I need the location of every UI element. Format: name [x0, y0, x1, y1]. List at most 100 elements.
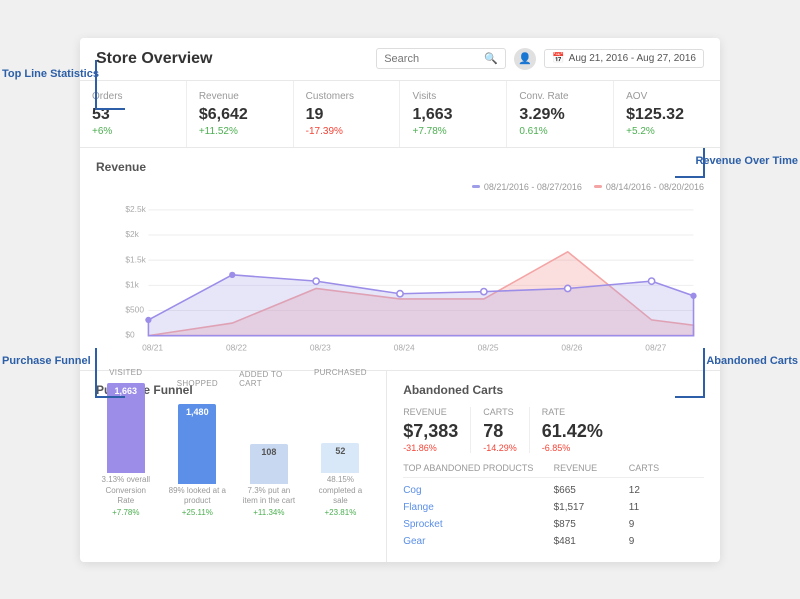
funnel-bar-wrap: 108: [250, 394, 288, 484]
product-carts: 9: [629, 536, 704, 547]
product-name[interactable]: Sprocket: [403, 519, 553, 530]
stat-change: +11.52%: [199, 126, 281, 137]
funnel-desc: 48.15% completed a sale: [311, 475, 371, 506]
stat-change: +6%: [92, 126, 174, 137]
stat-card: Revenue $6,642 +11.52%: [187, 81, 294, 147]
product-name[interactable]: Flange: [403, 502, 553, 513]
user-icon[interactable]: 👤: [514, 48, 536, 70]
ab-th: TOP ABANDONED PRODUCTS: [403, 463, 553, 473]
funnel-bar: 108: [250, 444, 288, 484]
funnel-bar-group: PURCHASED5248.15% completed a sale+23.81…: [311, 368, 371, 516]
product-name[interactable]: Gear: [403, 536, 553, 547]
date-range[interactable]: 📅 Aug 21, 2016 - Aug 27, 2016: [544, 49, 704, 68]
svg-text:$1.5k: $1.5k: [125, 254, 146, 264]
chart-section: Revenue 08/21/2016 - 08/27/201608/14/201…: [80, 148, 720, 371]
stat-label: Revenue: [199, 91, 281, 102]
product-revenue: $481: [554, 536, 629, 547]
table-row: Cog $665 12: [403, 482, 704, 499]
svg-text:08/26: 08/26: [561, 342, 582, 352]
chart-container: $2.5k $2k $1.5k $1k $500 $0: [96, 198, 704, 358]
svg-text:$500: $500: [125, 304, 144, 314]
stat-change: 0.61%: [519, 126, 601, 137]
svg-text:08/22: 08/22: [226, 342, 247, 352]
stat-label: Customers: [306, 91, 388, 102]
abandoned-section: Abandoned Carts REVENUE $7,383 -31.86% C…: [387, 371, 720, 562]
stat-label: Conv. Rate: [519, 91, 601, 102]
svg-text:$2.5k: $2.5k: [125, 203, 146, 213]
ab-metric-col: CARTS 78 -14.29%: [483, 407, 517, 453]
ab-table-header: TOP ABANDONED PRODUCTSREVENUECARTS: [403, 463, 704, 478]
legend-item: 08/14/2016 - 08/20/2016: [594, 182, 704, 192]
stat-card: Visits 1,663 +7.78%: [400, 81, 507, 147]
chart-legend: 08/21/2016 - 08/27/201608/14/2016 - 08/2…: [96, 182, 704, 192]
stat-value: $6,642: [199, 106, 281, 124]
stat-label: Visits: [412, 91, 494, 102]
funnel-bar-wrap: 52: [321, 383, 359, 473]
calendar-icon: 📅: [552, 53, 564, 64]
legend-label: 08/14/2016 - 08/20/2016: [606, 182, 704, 192]
ab-divider: [470, 407, 471, 453]
ab-value: 78: [483, 421, 517, 442]
funnel-bar: 1,480: [178, 404, 216, 484]
stat-value: 3.29%: [519, 106, 601, 124]
funnel-change: +7.78%: [112, 508, 139, 517]
svg-text:$0: $0: [125, 329, 135, 339]
ab-col-header: REVENUE: [403, 407, 458, 417]
annotation-purchase-funnel: Purchase Funnel: [2, 355, 91, 367]
product-revenue: $875: [554, 519, 629, 530]
abandoned-title: Abandoned Carts: [403, 383, 704, 397]
ab-change: -31.86%: [403, 443, 458, 453]
funnel-bar-group: SHOPPED1,48089% looked at a product+25.1…: [168, 379, 228, 517]
funnel-bar: 52: [321, 443, 359, 473]
funnel-bar-value: 1,480: [186, 407, 209, 417]
bottom-section: Purchase Funnel VISITED1,6633.13% overal…: [80, 371, 720, 562]
funnel-bar-value: 108: [261, 447, 276, 457]
funnel-desc: 89% looked at a product: [168, 486, 228, 507]
ab-table-rows: Cog $665 12 Flange $1,517 11 Sprocket $8…: [403, 482, 704, 550]
product-carts: 11: [629, 502, 704, 513]
funnel-col-label: ADDED TO CART: [239, 370, 299, 388]
ab-change: -14.29%: [483, 443, 517, 453]
funnel-bar-value: 52: [335, 446, 345, 456]
stat-value: 1,663: [412, 106, 494, 124]
svg-text:08/25: 08/25: [478, 342, 499, 352]
header: Store Overview 🔍 👤 📅 Aug 21, 2016 - Aug …: [80, 38, 720, 81]
page-title: Store Overview: [96, 50, 376, 68]
funnel-desc: 7.3% put an item in the cart: [239, 486, 299, 507]
product-carts: 9: [629, 519, 704, 530]
bracket-revenue: [675, 148, 705, 178]
ab-th: CARTS: [629, 463, 704, 473]
product-name[interactable]: Cog: [403, 485, 553, 496]
funnel-bar-group: ADDED TO CART 108 7.3% put an item in the …: [239, 370, 299, 517]
funnel-bars: VISITED1,6633.13% overall Conversion Rat…: [96, 407, 370, 517]
stat-value: 19: [306, 106, 388, 124]
annotation-revenue: Revenue Over Time: [695, 155, 798, 167]
legend-color: [472, 185, 480, 188]
svg-text:08/21: 08/21: [142, 342, 163, 352]
stat-change: +5.2%: [626, 126, 708, 137]
table-row: Flange $1,517 11: [403, 499, 704, 516]
ab-value: $7,383: [403, 421, 458, 442]
stats-row: Orders 53 +6% Revenue $6,642 +11.52% Cus…: [80, 81, 720, 148]
chart-title: Revenue: [96, 160, 704, 174]
stat-label: AOV: [626, 91, 708, 102]
funnel-change: +23.81%: [325, 508, 357, 517]
annotation-top-line: Top Line Statistics: [2, 68, 99, 80]
product-carts: 12: [629, 485, 704, 496]
funnel-desc: 3.13% overall Conversion Rate: [96, 475, 156, 506]
svg-text:$1k: $1k: [125, 279, 139, 289]
ab-value: 61.42%: [542, 421, 603, 442]
table-row: Gear $481 9: [403, 533, 704, 550]
product-revenue: $1,517: [554, 502, 629, 513]
ab-divider: [529, 407, 530, 453]
svg-text:$2k: $2k: [125, 229, 139, 239]
funnel-change: +25.11%: [182, 508, 213, 517]
search-input[interactable]: [384, 53, 484, 65]
stat-card: Conv. Rate 3.29% 0.61%: [507, 81, 614, 147]
search-icon: 🔍: [484, 52, 498, 65]
date-range-text: Aug 21, 2016 - Aug 27, 2016: [569, 53, 696, 64]
ab-change: -6.85%: [542, 443, 603, 453]
stat-change: -17.39%: [306, 126, 388, 137]
search-box[interactable]: 🔍: [376, 48, 506, 69]
ab-th: REVENUE: [554, 463, 629, 473]
